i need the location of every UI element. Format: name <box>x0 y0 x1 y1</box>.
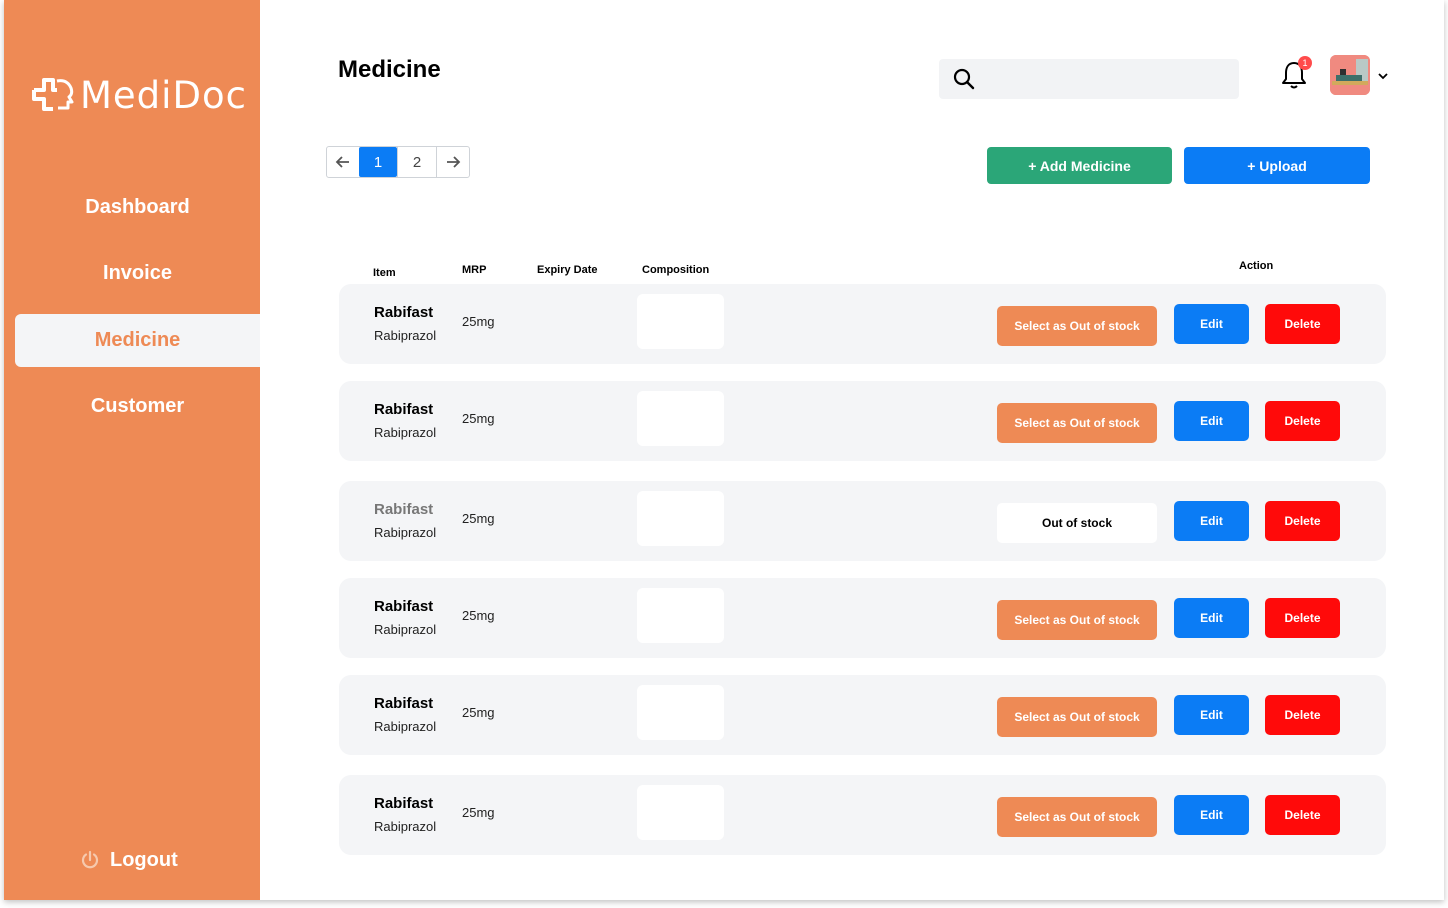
logout-button[interactable]: Logout <box>80 845 178 875</box>
delete-button[interactable]: Delete <box>1265 598 1340 638</box>
medicine-generic-name: Rabiprazol <box>374 622 437 637</box>
composition-cell <box>637 785 724 840</box>
mark-out-of-stock-button[interactable]: Select as Out of stock <box>997 600 1157 640</box>
sidebar-item-dashboard[interactable]: Dashboard <box>15 181 260 234</box>
delete-button[interactable]: Delete <box>1265 795 1340 835</box>
sidebar-item-medicine[interactable]: Medicine <box>15 314 260 367</box>
medical-cross-icon <box>32 78 74 111</box>
medicine-name: Rabifast <box>374 598 434 615</box>
column-header-expiry: Expiry Date <box>537 264 598 276</box>
medicine-mrp: 25mg <box>462 314 495 329</box>
page-title: Medicine <box>338 56 441 83</box>
delete-button[interactable]: Delete <box>1265 401 1340 441</box>
mark-out-of-stock-button[interactable]: Select as Out of stock <box>997 697 1157 737</box>
delete-button[interactable]: Delete <box>1265 695 1340 735</box>
table-row: Rabifast Rabiprazol 25mg Out of stock Ed… <box>339 481 1386 561</box>
composition-cell <box>637 685 724 740</box>
column-header-composition: Composition <box>642 264 710 276</box>
composition-cell <box>637 588 724 643</box>
chevron-down-icon[interactable] <box>1377 68 1389 86</box>
edit-button[interactable]: Edit <box>1174 304 1249 344</box>
medicine-generic-name: Rabiprazol <box>374 525 437 540</box>
sidebar: MediDoc Dashboard Invoice Medicine Custo… <box>4 0 260 900</box>
brand-logo[interactable]: MediDoc <box>32 70 247 120</box>
arrow-right-icon <box>447 156 461 168</box>
edit-button[interactable]: Edit <box>1174 501 1249 541</box>
brand-name: MediDoc <box>80 73 247 117</box>
edit-button[interactable]: Edit <box>1174 598 1249 638</box>
avatar[interactable] <box>1330 55 1370 95</box>
app-window: MediDoc Dashboard Invoice Medicine Custo… <box>4 0 1444 900</box>
upload-button[interactable]: + Upload <box>1184 147 1370 184</box>
page-1-button[interactable]: 1 <box>359 147 397 177</box>
medicine-mrp: 25mg <box>462 608 495 623</box>
medicine-mrp: 25mg <box>462 805 495 820</box>
medicine-name: Rabifast <box>374 401 434 418</box>
search-input[interactable] <box>983 58 1239 100</box>
table-row: Rabifast Rabiprazol 25mg Select as Out o… <box>339 775 1386 855</box>
search-icon[interactable] <box>953 68 975 90</box>
notifications-button[interactable]: 1 <box>1280 56 1312 90</box>
medicine-mrp: 25mg <box>462 411 495 426</box>
previous-page-button[interactable] <box>327 147 359 177</box>
mark-out-of-stock-button[interactable]: Select as Out of stock <box>997 306 1157 346</box>
power-icon <box>81 850 99 869</box>
out-of-stock-status: Out of stock <box>997 503 1157 543</box>
medicine-generic-name: Rabiprazol <box>374 425 437 440</box>
composition-cell <box>637 491 724 546</box>
sidebar-item-customer[interactable]: Customer <box>15 380 260 433</box>
medicine-generic-name: Rabiprazol <box>374 328 437 343</box>
medicine-generic-name: Rabiprazol <box>374 819 437 834</box>
medicine-generic-name: Rabiprazol <box>374 719 437 734</box>
sidebar-item-invoice[interactable]: Invoice <box>15 247 260 300</box>
medicine-mrp: 25mg <box>462 705 495 720</box>
medicine-name: Rabifast <box>374 304 434 321</box>
table-row: Rabifast Rabiprazol 25mg Select as Out o… <box>339 675 1386 755</box>
medicine-name: Rabifast <box>374 695 434 712</box>
delete-button[interactable]: Delete <box>1265 304 1340 344</box>
column-header-item: Item <box>373 267 396 279</box>
mark-out-of-stock-button[interactable]: Select as Out of stock <box>997 797 1157 837</box>
mark-out-of-stock-button[interactable]: Select as Out of stock <box>997 403 1157 443</box>
table-row: Rabifast Rabiprazol 25mg Select as Out o… <box>339 284 1386 364</box>
medicine-name: Rabifast <box>374 501 434 518</box>
arrow-left-icon <box>335 156 349 168</box>
page-2-button[interactable]: 2 <box>397 147 436 177</box>
add-medicine-button[interactable]: + Add Medicine <box>987 147 1172 184</box>
composition-cell <box>637 294 724 349</box>
pagination: 1 2 <box>326 146 470 178</box>
delete-button[interactable]: Delete <box>1265 501 1340 541</box>
notification-badge: 1 <box>1298 56 1312 70</box>
next-page-button[interactable] <box>436 147 469 177</box>
table-row: Rabifast Rabiprazol 25mg Select as Out o… <box>339 381 1386 461</box>
edit-button[interactable]: Edit <box>1174 695 1249 735</box>
edit-button[interactable]: Edit <box>1174 795 1249 835</box>
edit-button[interactable]: Edit <box>1174 401 1249 441</box>
composition-cell <box>637 391 724 446</box>
profile-picture-icon <box>1330 55 1370 95</box>
medicine-name: Rabifast <box>374 795 434 812</box>
logout-label: Logout <box>110 848 178 871</box>
search-bar[interactable] <box>939 58 1239 100</box>
column-header-action: Action <box>1239 260 1274 272</box>
column-header-mrp: MRP <box>462 264 487 276</box>
medicine-mrp: 25mg <box>462 511 495 526</box>
table-row: Rabifast Rabiprazol 25mg Select as Out o… <box>339 578 1386 658</box>
